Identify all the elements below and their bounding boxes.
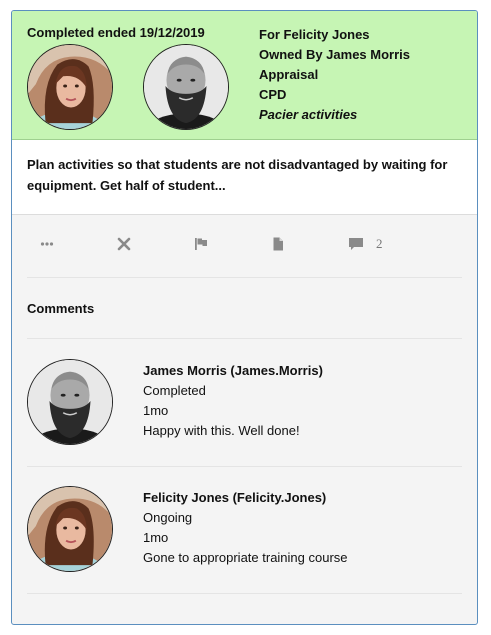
avatar-james xyxy=(143,44,229,130)
comment-time: 1mo xyxy=(143,403,169,418)
avatar-felicity xyxy=(27,44,113,130)
tag-line: Pacier activities xyxy=(259,107,358,122)
flag-button[interactable] xyxy=(194,235,208,253)
more-button[interactable] xyxy=(40,235,54,253)
comment-body: James Morris (James.Morris) Completed 1m… xyxy=(143,361,323,441)
comment-text: Happy with this. Well done! xyxy=(143,423,300,438)
objective-card: Completed ended 19/12/2019 For Felicity … xyxy=(11,10,478,625)
status-text: Completed ended 19/12/2019 xyxy=(27,25,205,40)
comment-author: James Morris (James.Morris) xyxy=(143,363,323,378)
description-text: Plan activities so that students are not… xyxy=(27,157,448,193)
comment-status: Ongoing xyxy=(143,510,193,525)
document-icon xyxy=(273,237,283,251)
comment-icon xyxy=(349,238,363,250)
avatar-james xyxy=(27,359,113,445)
category-line: CPD xyxy=(259,87,287,102)
for-line: For Felicity Jones xyxy=(259,27,370,42)
divider xyxy=(27,593,462,594)
comment-count: 2 xyxy=(376,236,383,251)
owner-line: Owned By James Morris xyxy=(259,47,410,62)
card-header: Completed ended 19/12/2019 For Felicity … xyxy=(12,11,477,140)
flag-icon xyxy=(195,238,207,250)
document-button[interactable] xyxy=(271,235,285,253)
close-icon xyxy=(117,237,131,251)
comment-status: Completed xyxy=(143,383,206,398)
comments-button[interactable]: 2 xyxy=(348,235,383,253)
objective-meta: For Felicity Jones Owned By James Morris… xyxy=(259,25,410,125)
comment-item: Felicity Jones (Felicity.Jones) Ongoing … xyxy=(12,466,477,586)
comment-author: Felicity Jones (Felicity.Jones) xyxy=(143,490,327,505)
type-line: Appraisal xyxy=(259,67,319,82)
comment-time: 1mo xyxy=(143,530,169,545)
close-button[interactable] xyxy=(117,235,131,253)
action-bar: 2 xyxy=(12,215,477,277)
avatar-felicity xyxy=(27,486,113,572)
comment-text: Gone to appropriate training course xyxy=(143,550,348,565)
description-panel: Plan activities so that students are not… xyxy=(12,140,477,215)
more-icon xyxy=(40,242,54,246)
comments-heading: Comments xyxy=(27,301,95,316)
comment-body: Felicity Jones (Felicity.Jones) Ongoing … xyxy=(143,488,348,568)
divider xyxy=(27,277,462,278)
comment-item: James Morris (James.Morris) Completed 1m… xyxy=(12,339,477,459)
